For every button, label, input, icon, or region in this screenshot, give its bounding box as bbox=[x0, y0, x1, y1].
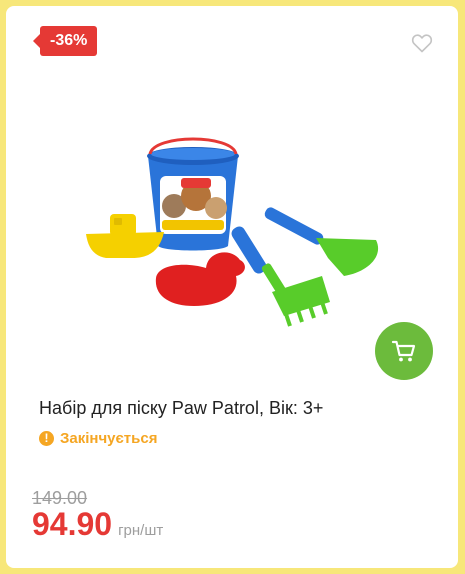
product-card[interactable]: -36% Набір для піску Paw Patrol, Вік: 3+… bbox=[6, 6, 458, 568]
heart-icon[interactable] bbox=[410, 31, 434, 55]
add-to-cart-button[interactable] bbox=[375, 322, 433, 380]
warning-icon: ! bbox=[39, 431, 54, 446]
stock-status: ! Закінчується bbox=[39, 430, 157, 447]
product-image[interactable] bbox=[76, 126, 406, 336]
price-row: 94.90 грн/шт bbox=[32, 506, 163, 543]
discount-badge: -36% bbox=[32, 26, 98, 56]
product-title[interactable]: Набір для піску Paw Patrol, Вік: 3+ bbox=[39, 398, 323, 419]
price-unit: грн/шт bbox=[118, 522, 164, 539]
stock-status-label: Закінчується bbox=[60, 430, 158, 447]
cart-icon bbox=[391, 340, 416, 362]
current-price: 94.90 bbox=[32, 506, 113, 542]
